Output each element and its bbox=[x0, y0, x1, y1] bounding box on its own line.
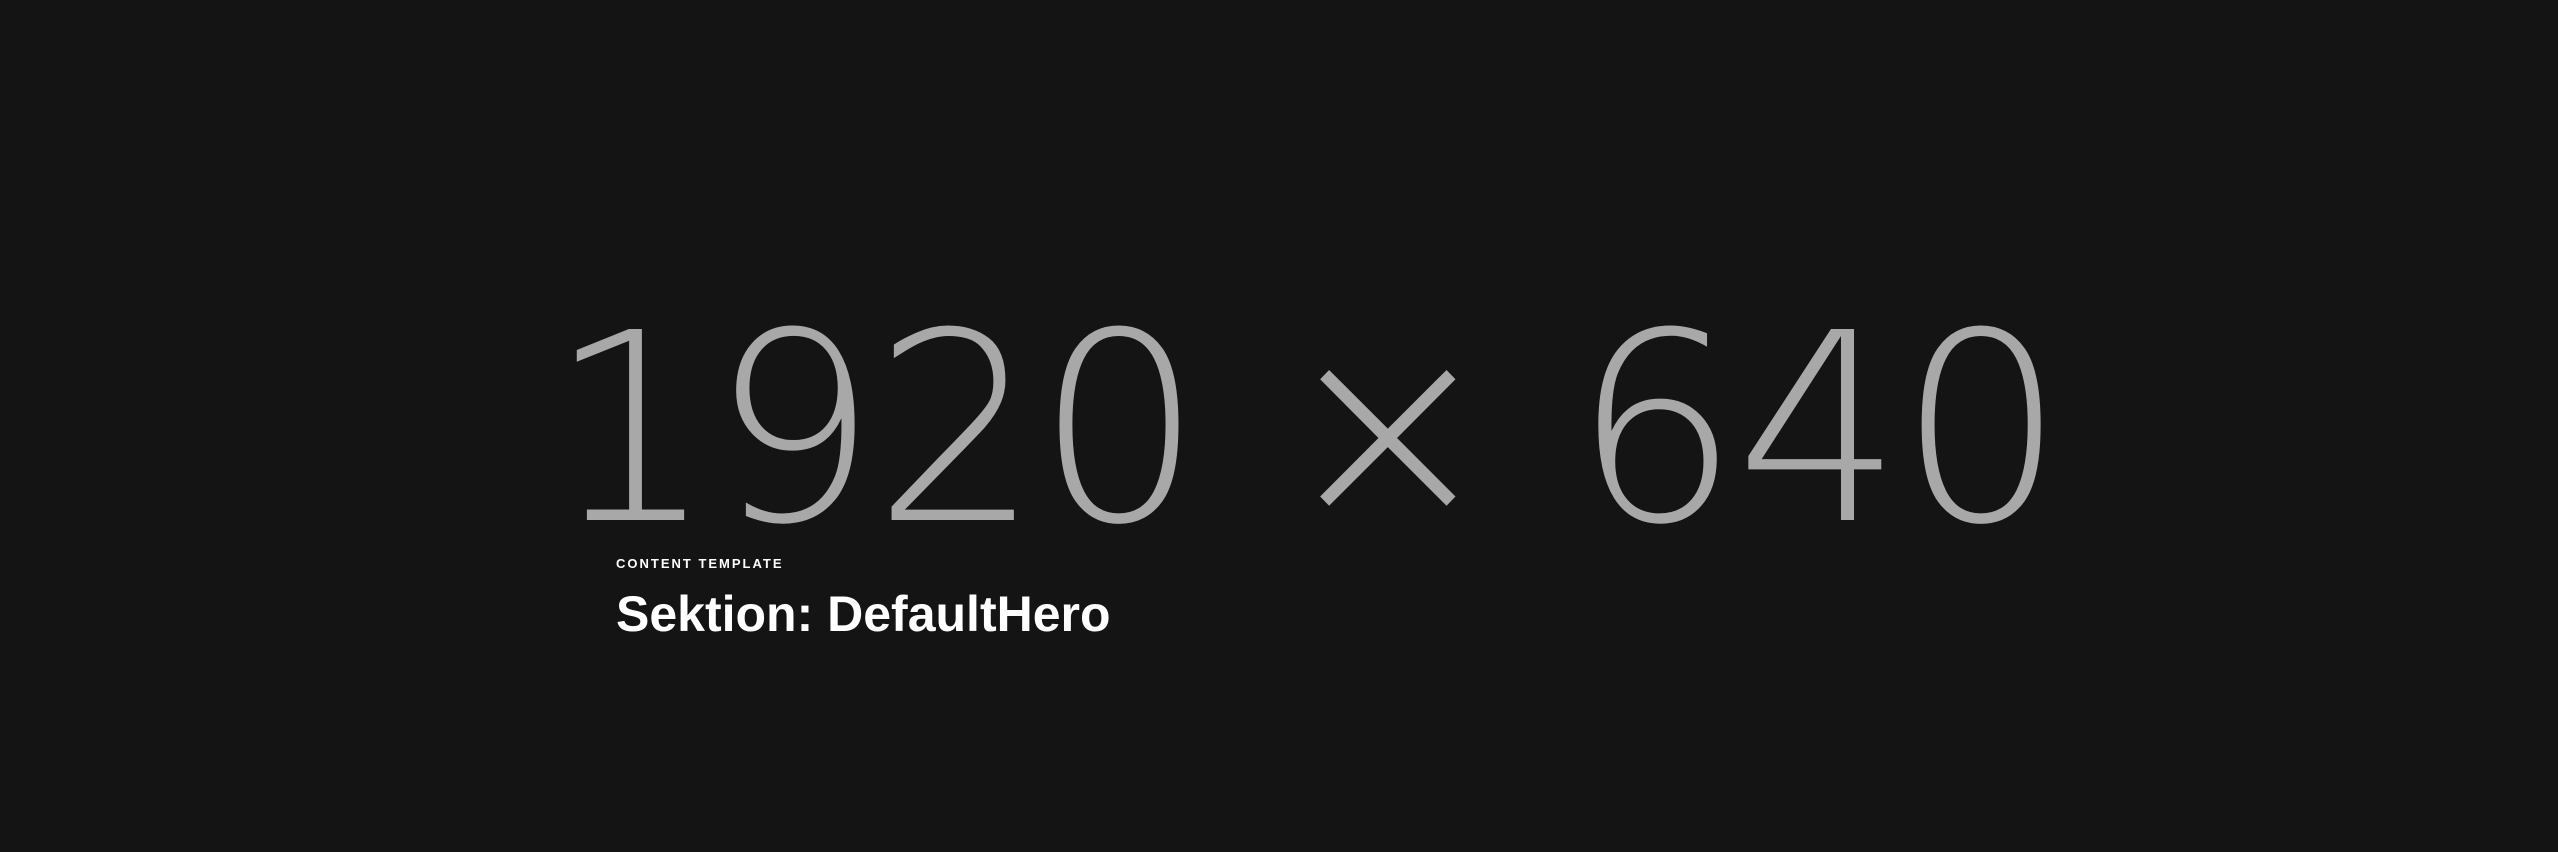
section-title: Sektion: DefaultHero bbox=[616, 586, 1111, 642]
hero-content: CONTENT TEMPLATE Sektion: DefaultHero bbox=[616, 556, 1111, 642]
placeholder-image-dimensions: 1920 × 640 bbox=[548, 299, 2065, 561]
placeholder-dimensions-text: 1920 × 640 bbox=[548, 277, 2065, 582]
hero-section: 1920 × 640 CONTENT TEMPLATE Sektion: Def… bbox=[0, 0, 2558, 852]
content-template-label: CONTENT TEMPLATE bbox=[616, 556, 784, 571]
